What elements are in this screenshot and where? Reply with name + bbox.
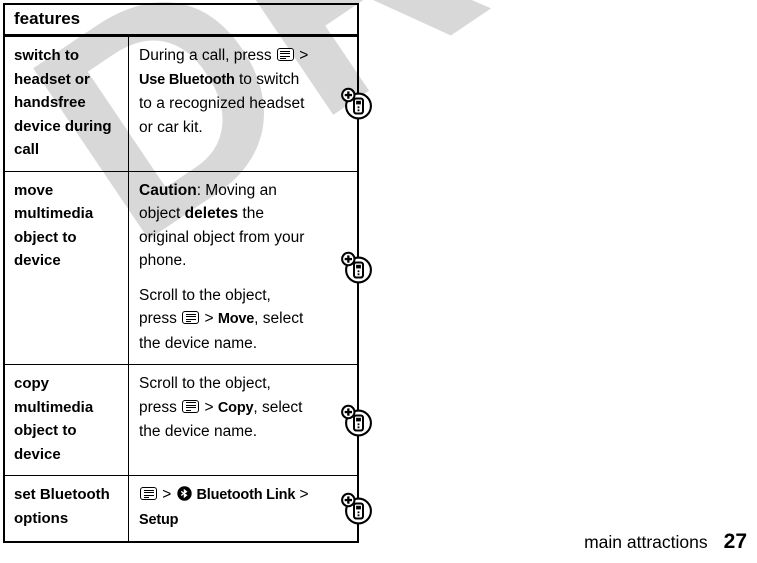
features-table: features switch to headset or handsfree … [3, 3, 372, 543]
emphasis-text: Caution [139, 181, 197, 199]
phone-add-icon [340, 404, 374, 438]
description-paragraph: During a call, press > Use Bluetooth to … [139, 44, 313, 139]
page-footer: main attractions 27 [584, 530, 747, 554]
path-separator: > [200, 398, 218, 416]
description-paragraph: Scroll to the object, press > Move, sele… [139, 284, 313, 356]
menu-key-icon [276, 48, 294, 61]
feature-description: Scroll to the object, press > Copy, sele… [129, 365, 357, 475]
menu-key-icon [140, 487, 157, 500]
path-separator: > [294, 47, 309, 64]
table-row: copy multimedia object to device Scroll t… [5, 365, 372, 476]
features-table-header: features [5, 5, 357, 37]
phone-add-icon [340, 251, 374, 285]
path-separator: > [200, 310, 218, 327]
emphasis-text: deletes [184, 205, 239, 222]
menu-key-icon [182, 399, 200, 413]
menu-command-text: Setup [139, 511, 179, 528]
feature-label: switch to headset or handsfree device du… [5, 37, 129, 171]
path-separator: > [295, 486, 309, 503]
footer-chapter-title: main attractions [584, 532, 708, 552]
body-text: During a call, press [139, 47, 276, 64]
path-separator: > [158, 486, 176, 503]
menu-key-icon [182, 311, 200, 324]
feature-description: > Bluetooth Link > Setup [129, 476, 357, 541]
footer-page-number: 27 [723, 530, 747, 553]
description-paragraph: Scroll to the object, press > Copy, sele… [139, 372, 313, 444]
table-row: move multimedia object to device Caution:… [5, 171, 372, 365]
phone-add-icon [340, 492, 374, 526]
menu-command-text: Copy [217, 399, 254, 416]
menu-command-text: Bluetooth Link [192, 487, 296, 503]
feature-label: set Bluetooth options [5, 476, 129, 541]
description-paragraph: > Bluetooth Link > Setup [139, 483, 313, 532]
feature-description: Caution: Moving an object deletes the or… [129, 172, 357, 365]
features-table-body: switch to headset or handsfree device du… [5, 37, 372, 541]
feature-label: move multimedia object to device [5, 171, 129, 364]
menu-command-text: Use Bluetooth [139, 71, 235, 88]
description-paragraph: Caution: Moving an object deletes the or… [139, 179, 313, 273]
table-row: switch to headset or handsfree device du… [5, 37, 372, 172]
phone-add-icon [340, 87, 374, 121]
feature-description: During a call, press > Use Bluetooth to … [129, 37, 357, 171]
feature-label: copy multimedia object to device [5, 365, 129, 475]
table-row: set Bluetooth options > Bluetooth Link >… [5, 476, 372, 541]
menu-command-text: Move [217, 311, 255, 327]
bluetooth-icon [176, 486, 193, 503]
